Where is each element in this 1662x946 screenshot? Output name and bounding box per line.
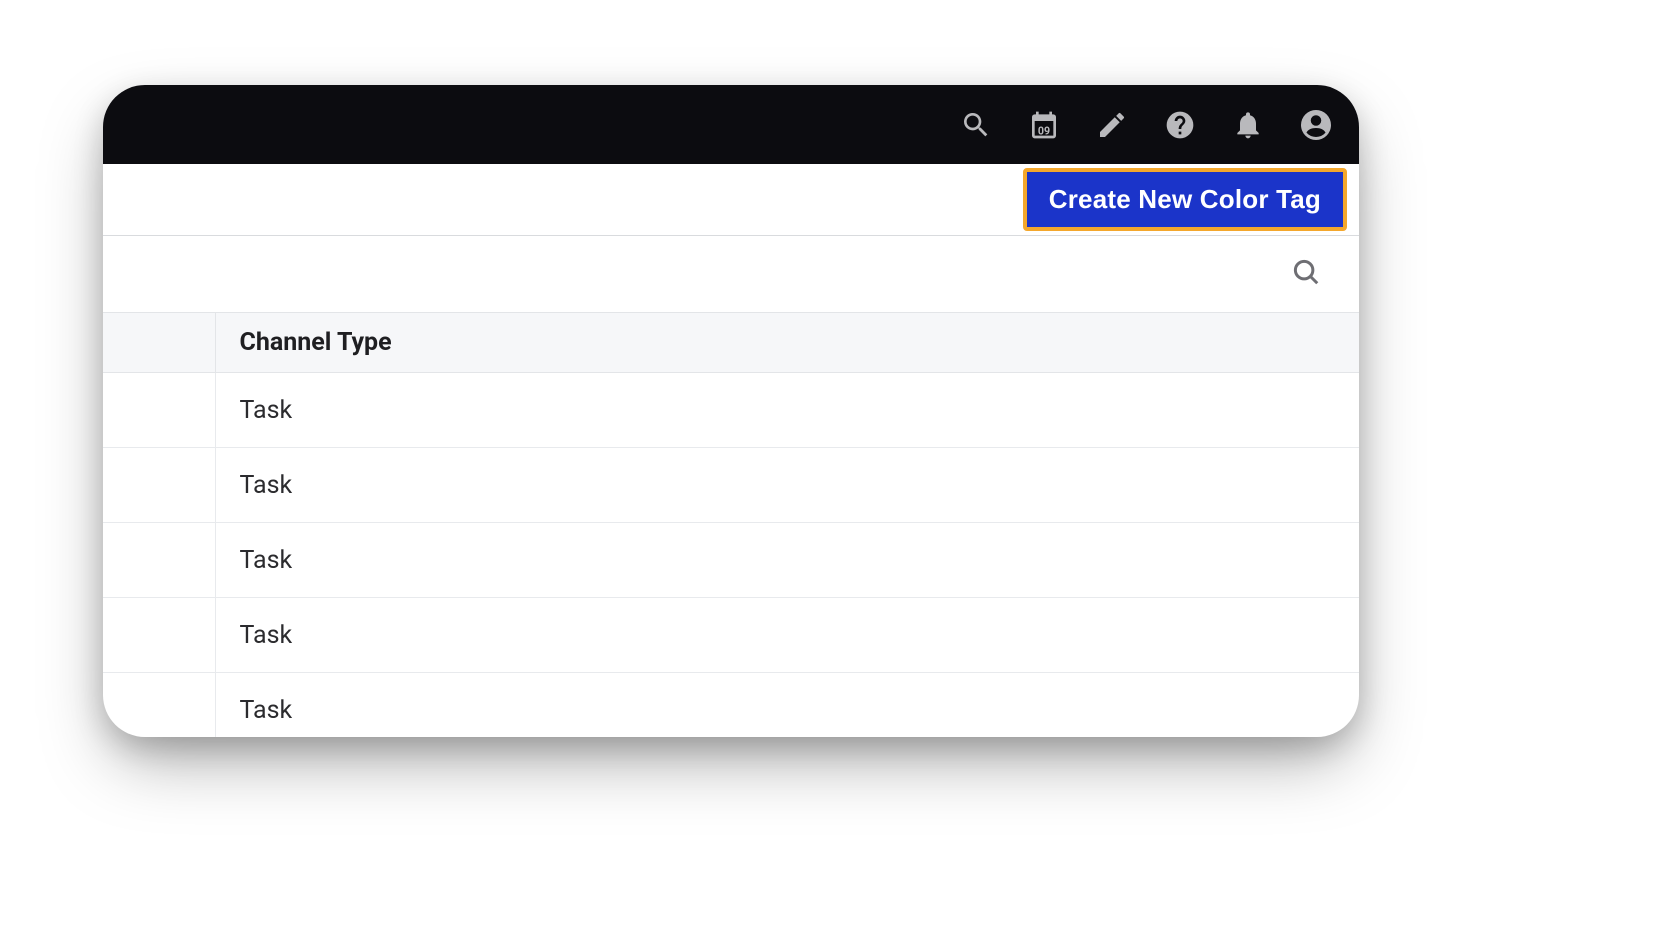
table-row[interactable]: Task: [103, 673, 1359, 738]
table-cell-channel-type: Task: [240, 471, 293, 500]
table-cell-channel-type: Task: [240, 546, 293, 575]
table-header-empty: [103, 313, 215, 373]
table-search-bar: [103, 236, 1359, 312]
bell-icon[interactable]: [1230, 107, 1266, 143]
action-toolbar: Create New Color Tag: [103, 164, 1359, 236]
help-icon[interactable]: [1162, 107, 1198, 143]
create-new-color-tag-button[interactable]: Create New Color Tag: [1023, 168, 1347, 231]
table-cell-channel-type: Task: [240, 621, 293, 650]
table-row[interactable]: Task: [103, 448, 1359, 523]
table-cell-channel-type: Task: [240, 396, 293, 425]
table-search-icon[interactable]: [1291, 257, 1321, 291]
table-row-left-cell: [103, 373, 215, 448]
account-icon[interactable]: [1298, 107, 1334, 143]
search-icon[interactable]: [958, 107, 994, 143]
table-header-row: Channel Type: [103, 313, 1359, 373]
table-header-channel-type[interactable]: Channel Type: [240, 328, 392, 357]
calendar-icon[interactable]: 09: [1026, 107, 1062, 143]
table-cell-channel-type: Task: [240, 696, 293, 725]
table-row[interactable]: Task: [103, 598, 1359, 673]
color-tag-table: Channel Type Task Task Task Task: [103, 312, 1359, 737]
edit-icon[interactable]: [1094, 107, 1130, 143]
app-window: 09 Create New Color Tag Channel Type: [103, 85, 1359, 737]
table-row-left-cell: [103, 448, 215, 523]
calendar-day: 09: [1038, 124, 1050, 137]
table-row-left-cell: [103, 523, 215, 598]
top-nav-bar: 09: [103, 85, 1359, 164]
table-row[interactable]: Task: [103, 373, 1359, 448]
table-row[interactable]: Task: [103, 523, 1359, 598]
table-row-left-cell: [103, 673, 215, 738]
table-row-left-cell: [103, 598, 215, 673]
